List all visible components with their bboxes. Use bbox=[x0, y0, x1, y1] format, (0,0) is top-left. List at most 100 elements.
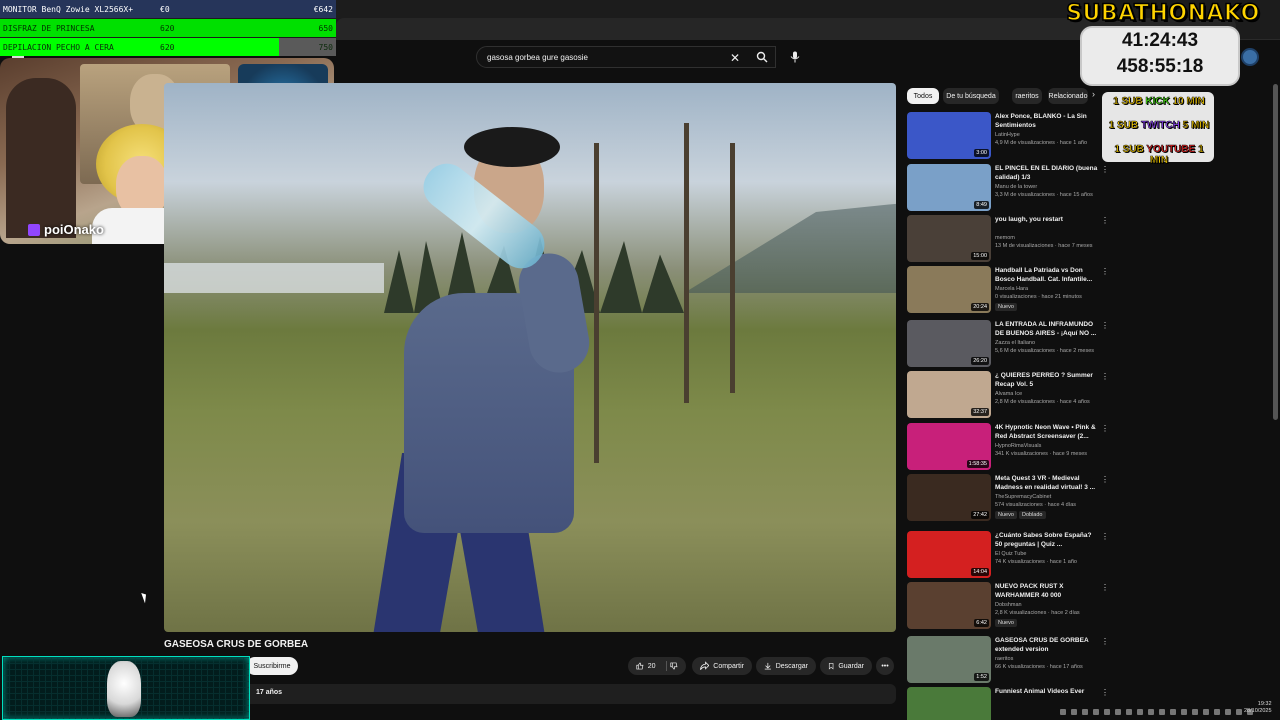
recommendation-item[interactable]: 14:04 ¿Cuánto Sabes Sobre España? 50 preg… bbox=[907, 531, 1109, 579]
channel-name[interactable]: HypnoRimaVisuals bbox=[995, 443, 1041, 449]
channel-name[interactable]: Zazza el Italiano bbox=[995, 340, 1035, 346]
recommendation-item[interactable]: 6:42 NUEVO PACK RUST X WARHAMMER 40 000 Do… bbox=[907, 582, 1109, 630]
tray-app-icon[interactable] bbox=[1148, 709, 1154, 715]
share-button[interactable]: Compartir bbox=[692, 657, 752, 675]
recommendation-item[interactable]: Funniest Animal Videos Ever ⋮ bbox=[907, 687, 1109, 720]
recommendation-title[interactable]: Funniest Animal Videos Ever bbox=[995, 687, 1099, 696]
search-button[interactable] bbox=[748, 46, 776, 68]
download-button[interactable]: Descargar bbox=[756, 657, 816, 675]
tray-app-icon[interactable] bbox=[1115, 709, 1121, 715]
dubbed-badge: Doblado bbox=[1019, 511, 1046, 519]
tray-app-icon[interactable] bbox=[1181, 709, 1187, 715]
recommendation-title[interactable]: you laugh, you restart bbox=[995, 215, 1099, 224]
channel-name[interactable]: El Quiz Tube bbox=[995, 551, 1027, 557]
tray-app-icon[interactable] bbox=[1214, 709, 1220, 715]
tray-app-icon[interactable] bbox=[1236, 709, 1242, 715]
more-vertical-icon[interactable]: ⋮ bbox=[1101, 425, 1109, 433]
recommendation-item[interactable]: 1:52 GASEOSA CRUS DE GORBEA extended vers… bbox=[907, 636, 1109, 684]
channel-name[interactable]: LatinHype bbox=[995, 132, 1020, 138]
thumbs-down-icon[interactable] bbox=[670, 661, 678, 671]
video-thumbnail[interactable]: 14:04 bbox=[907, 531, 991, 578]
more-vertical-icon[interactable]: ⋮ bbox=[1101, 638, 1109, 646]
video-scene-beret bbox=[464, 127, 560, 167]
video-thumbnail[interactable]: 15:00 bbox=[907, 215, 991, 262]
recommendation-title[interactable]: Meta Quest 3 VR - Medieval Madness en re… bbox=[995, 474, 1099, 492]
video-thumbnail[interactable]: 20:24 bbox=[907, 266, 991, 313]
recommendation-item[interactable]: 15:00 you laugh, you restart memom 13 M de … bbox=[907, 215, 1109, 263]
more-actions-button[interactable]: ••• bbox=[876, 657, 894, 675]
tray-app-icon[interactable] bbox=[1137, 709, 1143, 715]
subscribe-button[interactable]: Suscribirme bbox=[246, 657, 298, 675]
channel-name[interactable]: memom bbox=[995, 235, 1015, 241]
recommendation-title[interactable]: LA ENTRADA AL INFRAMUNDO DE BUENOS AIRES… bbox=[995, 320, 1099, 338]
recommendation-title[interactable]: Alex Ponce, BLANKO - La Sin Sentimientos bbox=[995, 112, 1099, 130]
system-clock[interactable]: 19:32 28/10/2025 bbox=[1244, 701, 1272, 715]
video-thumbnail[interactable]: 1:58:35 bbox=[907, 423, 991, 470]
video-thumbnail[interactable]: 26:20 bbox=[907, 320, 991, 367]
like-button[interactable]: 20 bbox=[628, 657, 686, 675]
channel-name[interactable]: TheSupremacyCabinet bbox=[995, 494, 1051, 500]
recommendation-title[interactable]: ¿Cuánto Sabes Sobre España? 50 preguntas… bbox=[995, 531, 1099, 549]
more-vertical-icon[interactable]: ⋮ bbox=[1101, 533, 1109, 541]
more-vertical-icon[interactable]: ⋮ bbox=[1101, 373, 1109, 381]
video-thumbnail[interactable] bbox=[907, 687, 991, 720]
more-vertical-icon[interactable]: ⋮ bbox=[1101, 322, 1109, 330]
tray-app-icon[interactable] bbox=[1159, 709, 1165, 715]
more-vertical-icon[interactable]: ⋮ bbox=[1101, 268, 1109, 276]
video-duration: 1:52 bbox=[974, 673, 989, 681]
recommendation-title[interactable]: GASEOSA CRUS DE GORBEA extended version bbox=[995, 636, 1099, 654]
video-player[interactable] bbox=[164, 83, 896, 632]
video-thumbnail[interactable]: 32:37 bbox=[907, 371, 991, 418]
recommendation-item[interactable]: 26:20 LA ENTRADA AL INFRAMUNDO DE BUENOS … bbox=[907, 320, 1109, 368]
recommendation-title[interactable]: ¿ QUIERES PERREO ? Summer Recap Vol. 5 bbox=[995, 371, 1099, 389]
video-thumbnail[interactable]: 27:42 bbox=[907, 474, 991, 521]
tray-app-icon[interactable] bbox=[1192, 709, 1198, 715]
filter-chip[interactable]: raeritos bbox=[1012, 88, 1042, 104]
recommendation-item[interactable]: 32:37 ¿ QUIERES PERREO ? Summer Recap Vol… bbox=[907, 371, 1109, 419]
tray-app-icon[interactable] bbox=[1093, 709, 1099, 715]
more-vertical-icon[interactable]: ⋮ bbox=[1101, 166, 1109, 174]
video-thumbnail[interactable]: 3:00 bbox=[907, 112, 991, 159]
more-vertical-icon[interactable]: ⋮ bbox=[1101, 689, 1109, 697]
recommendation-item[interactable]: 3:00 Alex Ponce, BLANKO - La Sin Sentimie… bbox=[907, 112, 1109, 160]
video-thumbnail[interactable]: 1:52 bbox=[907, 636, 991, 683]
recommendation-title[interactable]: 4K Hypnotic Neon Wave • Pink & Red Abstr… bbox=[995, 423, 1099, 441]
video-duration: 3:00 bbox=[974, 149, 989, 157]
channel-name[interactable]: Dobshman bbox=[995, 602, 1022, 608]
channel-name[interactable]: Alvama Ice bbox=[995, 391, 1022, 397]
filter-chip[interactable]: Relacionado bbox=[1048, 88, 1088, 104]
tray-app-icon[interactable] bbox=[1225, 709, 1231, 715]
channel-name[interactable]: Marcela Hara bbox=[995, 286, 1028, 292]
recommendation-item[interactable]: 27:42 Meta Quest 3 VR - Medieval Madness … bbox=[907, 474, 1109, 522]
more-vertical-icon[interactable]: ⋮ bbox=[1101, 476, 1109, 484]
filter-chip[interactable]: Todos bbox=[907, 88, 939, 104]
tray-app-icon[interactable] bbox=[1203, 709, 1209, 715]
tray-app-icon[interactable] bbox=[1126, 709, 1132, 715]
recommendation-title[interactable]: NUEVO PACK RUST X WARHAMMER 40 000 bbox=[995, 582, 1099, 600]
page-scrollbar[interactable] bbox=[1273, 84, 1278, 420]
recommendation-item[interactable]: 20:24 Handball La Patriada vs Don Bosco H… bbox=[907, 266, 1109, 314]
clock-time: 19:32 bbox=[1257, 701, 1272, 707]
voice-search-button[interactable] bbox=[786, 48, 804, 66]
channel-name[interactable]: Manu de la tower bbox=[995, 184, 1037, 190]
more-vertical-icon[interactable]: ⋮ bbox=[1101, 584, 1109, 592]
profile-avatar[interactable] bbox=[1241, 48, 1259, 66]
clear-search-icon[interactable]: ✕ bbox=[730, 51, 740, 65]
channel-name[interactable]: raeritos bbox=[995, 656, 1013, 662]
recommendation-item[interactable]: 8:49 EL PINCEL EN EL DIARIO (buena calida… bbox=[907, 164, 1109, 212]
recommendation-title[interactable]: EL PINCEL EN EL DIARIO (buena calidad) 1… bbox=[995, 164, 1099, 182]
tray-app-icon[interactable] bbox=[1170, 709, 1176, 715]
tray-app-icon[interactable] bbox=[1104, 709, 1110, 715]
recommendation-title[interactable]: Handball La Patriada vs Don Bosco Handba… bbox=[995, 266, 1099, 284]
save-button[interactable]: Guardar bbox=[820, 657, 872, 675]
goal-target: 750 bbox=[318, 42, 333, 52]
video-thumbnail[interactable]: 8:49 bbox=[907, 164, 991, 211]
video-thumbnail[interactable]: 6:42 bbox=[907, 582, 991, 629]
filter-chip[interactable]: De tu búsqueda bbox=[943, 88, 999, 104]
tray-app-icon[interactable] bbox=[1071, 709, 1077, 715]
more-vertical-icon[interactable]: ⋮ bbox=[1101, 217, 1109, 225]
tray-app-icon[interactable] bbox=[1082, 709, 1088, 715]
tray-app-icon[interactable] bbox=[1060, 709, 1066, 715]
recommendation-item[interactable]: 1:58:35 4K Hypnotic Neon Wave • Pink & Re… bbox=[907, 423, 1109, 471]
chevron-right-icon[interactable]: › bbox=[1092, 89, 1095, 99]
